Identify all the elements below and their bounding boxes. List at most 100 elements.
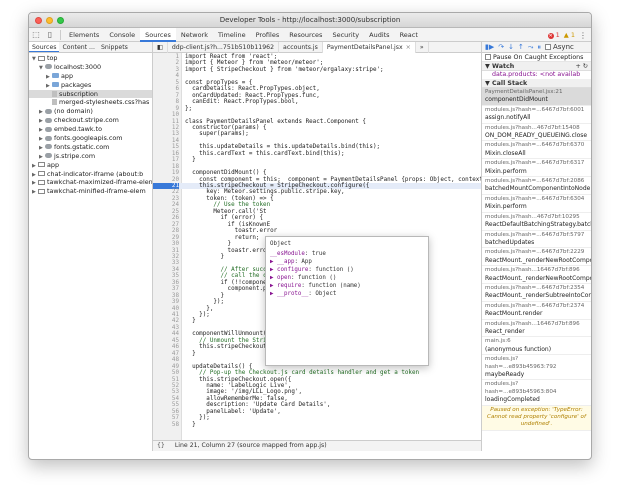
cloud-icon [45,64,52,70]
async-checkbox[interactable]: Async [544,42,574,53]
deactivate-breakpoints-icon[interactable]: ⤳ [528,42,534,53]
toggle-navigator-icon[interactable]: ◧ [153,41,168,53]
tab-elements[interactable]: Elements [64,28,104,42]
tree-item-label: (no domain) [54,107,93,116]
device-mode-icon[interactable]: ▯ [43,28,57,42]
watch-expression[interactable]: data.products: <not availab [482,71,591,79]
tab-console[interactable]: Console [104,28,140,42]
navigator-tab[interactable]: Snippets [98,42,131,52]
popover-property[interactable]: ▶ __proto__: Object [270,290,424,298]
property-name: ▶ __app [270,259,295,265]
call-frame[interactable]: modules.js?hash...16467d7bf:896 React_ren… [482,320,591,338]
popover-property[interactable]: ▶ require: function (name) [270,282,424,290]
pause-caught-checkbox[interactable] [485,54,491,60]
property-value: : true [304,251,326,257]
call-frame-location: modules.js?hash=...6467d7bf:5797 [485,231,585,238]
watch-section-header[interactable]: ▼ Watch + ↻ [482,62,591,71]
editor-tab[interactable]: accounts.js [279,41,323,53]
disclosure-triangle-icon[interactable]: ▶ [39,108,45,116]
tree-item[interactable]: ▶ (no domain) [29,107,152,116]
tree-item[interactable]: ▶ app [29,161,152,170]
tree-item[interactable]: ▶ checkout.stripe.com [29,116,152,125]
tree-item[interactable]: ▶ packages [29,81,152,90]
popover-property[interactable]: ▶ configure: function () [270,266,424,274]
tab-timeline[interactable]: Timeline [213,28,251,42]
call-frame[interactable]: modules.js?hash=...6467d7bf:6317 Mixin.pe… [482,159,591,178]
navigator-tab[interactable]: Sources [29,42,60,52]
tree-item[interactable]: merged-stylesheets.css?has [29,98,152,107]
maximize-window-button[interactable] [57,17,64,24]
call-frame[interactable]: PaymentDetailsPanel.jsx:21 componentDidMo… [482,88,591,106]
call-frame[interactable]: modules.js?hash=...6467d7bf:6001 assign.n… [482,106,591,124]
folder-icon [52,73,59,79]
call-frame[interactable]: modules.js?hash=...e893b45963:792 maybeRe… [482,355,591,381]
popover-property[interactable]: ▶ open: function () [270,274,424,282]
close-window-button[interactable] [35,17,42,24]
warning-count-badge[interactable]: ▲ 1 [564,31,575,39]
callstack-section-header[interactable]: ▼ Call Stack [482,79,591,88]
tab-profiles[interactable]: Profiles [251,28,285,42]
tree-item[interactable]: ▼ localhost:3000 [29,63,152,72]
tab-network[interactable]: Network [176,28,213,42]
call-frame[interactable]: modules.js?hash...16467d7bf:896 ReactMoun… [482,266,591,284]
call-frame[interactable]: modules.js?hash=...6467d7bf:6304 Mixin.pe… [482,195,591,213]
call-frame[interactable]: modules.js?hash=...6467d7bf:2374 ReactMou… [482,302,591,320]
call-frame[interactable]: modules.js?hash=...6467d7bf:5797 batchedU… [482,231,591,249]
tree-item[interactable]: ▶ fonts.googleapis.com [29,134,152,143]
tree-item[interactable]: ▼ top [29,54,152,63]
popover-property[interactable]: ▶ __app: App [270,258,424,266]
tree-item[interactable]: ▶ tawkchat-maximized-iframe-elen [29,178,152,187]
minimize-window-button[interactable] [46,17,53,24]
line-number[interactable]: 58 [153,422,179,428]
close-tab-icon[interactable]: × [406,44,411,51]
resume-icon[interactable]: ▮▶ [485,42,494,53]
call-frame[interactable]: modules.js?hash=...e893b45963:804 loading… [482,380,591,406]
pause-on-exceptions-icon[interactable]: ⏸ [537,42,541,53]
navigator-tab[interactable]: Content ... [59,42,97,52]
call-frame[interactable]: modules.js?hash=...6467d7bf:2086 batchedM… [482,177,591,195]
editor-tab[interactable]: PaymentDetailsPanel.jsx × [322,41,416,53]
call-frame-location: modules.js?hash=...6467d7bf:6001 [485,106,585,113]
cloud-icon [45,153,52,159]
frame-icon [38,179,45,185]
more-options-icon[interactable]: ⋮ [579,31,587,40]
error-count-badge[interactable]: ✕ 1 [547,31,560,39]
call-frame[interactable]: modules.js?hash=...6467d7bf:6370 Mixin.cl… [482,141,591,160]
tree-item[interactable]: ▶ fonts.gstatic.com [29,143,152,152]
tree-item[interactable]: subscription [29,89,152,99]
more-tabs-icon[interactable]: » [416,41,429,53]
call-frame-location: modules.js?hash...467d7bf:10295 [485,213,580,220]
call-frame[interactable]: modules.js?hash=...6467d7bf:2354 ReactMou… [482,284,591,302]
pause-caught-exceptions-row[interactable]: Pause On Caught Exceptions [482,53,591,62]
tree-item-label: top [47,54,58,62]
tab-react[interactable]: React [395,28,423,42]
tree-item[interactable]: ▶ app [29,72,152,81]
editor-tab-label: accounts.js [283,43,318,51]
inspect-element-icon[interactable]: ⬚ [29,28,43,42]
tree-item[interactable]: ▶ embed.tawk.to [29,125,152,134]
tree-item[interactable]: ▶ js.stripe.com [29,152,152,161]
async-checkbox-box[interactable] [544,43,551,50]
call-frame[interactable]: modules.js?hash...467d7bf:15408 ON_DOM_RE… [482,124,591,142]
tree-item[interactable]: ▶ tawkchat-minified-iframe-elem [29,187,152,196]
popover-property[interactable]: __esModule: true [270,250,424,258]
add-watch-icon[interactable]: + ↻ [575,62,588,71]
call-frame-function: Mixin.perform [485,167,527,175]
tab-audits[interactable]: Audits [364,28,394,42]
window-title: Developer Tools - http://localhost:3000/… [219,16,401,24]
tab-security[interactable]: Security [327,28,364,42]
tab-sources[interactable]: Sources [140,27,176,42]
pretty-print-icon[interactable]: {} [157,442,165,449]
call-frame[interactable]: modules.js?hash=...6467d7bf:2229 ReactMou… [482,248,591,267]
step-over-icon[interactable]: ↷ [498,42,504,53]
step-out-icon[interactable]: ↑ [518,42,524,53]
frame-icon [38,188,45,194]
tab-resources[interactable]: Resources [284,28,327,42]
call-frame-function: ReactMount._renderSubtreeIntoContainer [485,292,591,300]
step-into-icon[interactable]: ↓ [508,42,514,53]
code-editor: ◧ ddp-client.js?h...751b510b11962 accounts… [153,41,481,451]
tree-item[interactable]: ▶ chat-indicator-iframe (about:b [29,170,152,179]
call-frame[interactable]: modules.js?hash...467d7bf:10295 ReactDefa… [482,213,591,231]
editor-tab[interactable]: ddp-client.js?h...751b510b11962 [168,41,280,53]
call-frame[interactable]: main.js:6 (anonymous function) [482,337,591,356]
